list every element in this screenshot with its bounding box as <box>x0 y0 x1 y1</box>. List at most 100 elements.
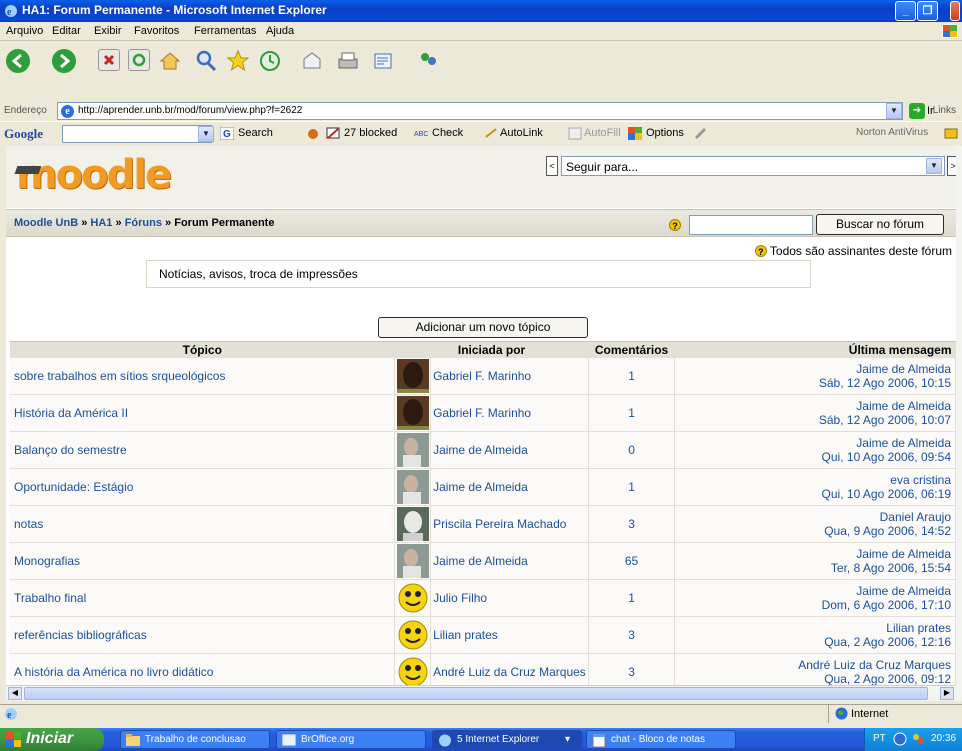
horizontal-scrollbar[interactable]: ◀ ▶ <box>6 685 956 701</box>
history-icon[interactable] <box>258 49 280 71</box>
favorites-icon[interactable] <box>226 49 250 72</box>
topic-link[interactable]: Oportunidade: Estágio <box>14 480 133 494</box>
links-label[interactable]: Links <box>933 105 956 116</box>
menu-editar[interactable]: Editar <box>52 25 81 37</box>
last-post-date[interactable]: Sáb, 12 Ago 2006, 10:15 <box>675 376 951 390</box>
topic-link[interactable]: Balanço do semestre <box>14 443 127 457</box>
language-indicator[interactable]: PT <box>873 733 886 744</box>
clock[interactable]: 20:36 <box>931 733 956 744</box>
google-logo[interactable]: Google <box>4 126 43 142</box>
stop-icon[interactable] <box>98 49 120 71</box>
comment-count[interactable]: 1 <box>588 579 676 617</box>
comment-count-value[interactable]: 3 <box>628 628 635 642</box>
address-dropdown-icon[interactable]: ▼ <box>886 103 902 119</box>
author-link[interactable]: Julio Filho <box>433 591 487 605</box>
forward-icon[interactable] <box>52 49 76 73</box>
topic-link[interactable]: notas <box>14 517 43 531</box>
scroll-left-icon[interactable]: ◀ <box>8 687 22 700</box>
topic-link[interactable]: A história da América no livro didático <box>14 665 213 679</box>
comment-count-value[interactable]: 65 <box>625 554 638 568</box>
go-arrow-icon[interactable]: ➔ <box>909 103 925 119</box>
breadcrumb-ha1[interactable]: HA1 <box>90 217 112 229</box>
author-link[interactable]: Jaime de Almeida <box>433 480 528 494</box>
comment-count-value[interactable]: 1 <box>628 406 635 420</box>
last-post-date[interactable]: Qui, 10 Ago 2006, 09:54 <box>675 450 951 464</box>
task-notepad[interactable]: chat - Bloco de notas <box>586 730 736 749</box>
avatar[interactable] <box>394 616 432 654</box>
avatar[interactable] <box>394 579 432 617</box>
blocked-count[interactable]: 27 blocked <box>344 127 397 139</box>
next-activity-icon[interactable]: > <box>947 156 956 176</box>
avatar[interactable] <box>394 431 432 469</box>
comment-count-value[interactable]: 1 <box>628 480 635 494</box>
add-topic-button[interactable]: Adicionar um novo tópico <box>378 317 588 338</box>
topic-link[interactable]: Monografias <box>14 554 80 568</box>
help-icon[interactable]: ? <box>754 245 767 257</box>
scroll-right-icon[interactable]: ▶ <box>940 687 954 700</box>
previous-activity-icon[interactable]: < <box>546 156 558 176</box>
comment-count[interactable]: 3 <box>588 505 676 543</box>
last-post-date[interactable]: Qua, 2 Ago 2006, 09:12 <box>675 672 951 686</box>
task-broffice[interactable]: BrOffice.org <box>276 730 426 749</box>
comment-count[interactable]: 65 <box>588 542 676 580</box>
author-link[interactable]: Gabriel F. Marinho <box>433 406 531 420</box>
author-link[interactable]: Gabriel F. Marinho <box>433 369 531 383</box>
address-url[interactable]: http://aprender.unb.br/mod/forum/view.ph… <box>78 105 302 116</box>
minimize-icon[interactable]: _ <box>895 1 916 21</box>
messenger-icon[interactable] <box>416 49 438 71</box>
comment-count[interactable]: 0 <box>588 431 676 469</box>
topic-link[interactable]: História da América II <box>14 406 128 420</box>
autofill-button[interactable]: AutoFill <box>584 127 621 139</box>
refresh-icon[interactable] <box>128 49 150 71</box>
comment-count-value[interactable]: 1 <box>628 369 635 383</box>
author-link[interactable]: André Luiz da Cruz Marques <box>433 665 586 679</box>
start-button[interactable]: Iniciar <box>0 728 104 751</box>
moodle-logo[interactable]: moodle <box>16 152 172 198</box>
col-comments[interactable]: Comentários <box>588 341 675 358</box>
avatar[interactable] <box>394 394 432 432</box>
author-link[interactable]: Lilian prates <box>433 628 498 642</box>
last-post-author[interactable]: Jaime de Almeida <box>675 399 951 413</box>
norton-label[interactable]: Norton AntiVirus <box>856 127 928 138</box>
forum-search-input[interactable] <box>689 215 813 235</box>
comment-count[interactable]: 3 <box>588 653 676 685</box>
search-icon[interactable] <box>194 49 217 72</box>
comment-count-value[interactable]: 3 <box>628 665 635 679</box>
check-button[interactable]: Check <box>432 127 463 139</box>
avatar[interactable] <box>394 505 432 543</box>
last-post-date[interactable]: Sáb, 12 Ago 2006, 10:07 <box>675 413 951 427</box>
pencil-icon[interactable] <box>694 127 708 140</box>
comment-count-value[interactable]: 0 <box>628 443 635 457</box>
author-link[interactable]: Jaime de Almeida <box>433 554 528 568</box>
maximize-icon[interactable]: ❐ <box>917 1 938 21</box>
author-link[interactable]: Priscila Pereira Machado <box>433 517 566 531</box>
last-post-author[interactable]: André Luiz da Cruz Marques <box>675 658 951 672</box>
back-icon[interactable] <box>6 49 30 73</box>
comment-count-value[interactable]: 3 <box>628 517 635 531</box>
comment-count-value[interactable]: 1 <box>628 591 635 605</box>
close-icon[interactable] <box>950 1 960 21</box>
network-icon[interactable] <box>893 732 907 749</box>
author-link[interactable]: Jaime de Almeida <box>433 443 528 457</box>
vertical-scrollbar[interactable] <box>956 146 962 701</box>
menu-ferramentas[interactable]: Ferramentas <box>194 25 256 37</box>
google-dropdown-icon[interactable]: ▼ <box>198 126 214 142</box>
comment-count[interactable]: 1 <box>588 394 676 432</box>
menu-ajuda[interactable]: Ajuda <box>266 25 294 37</box>
last-post-date[interactable]: Ter, 8 Ago 2006, 15:54 <box>675 561 951 575</box>
mail-icon[interactable] <box>300 49 322 71</box>
last-post-author[interactable]: Daniel Araujo <box>675 510 951 524</box>
last-post-date[interactable]: Qua, 9 Ago 2006, 14:52 <box>675 524 951 538</box>
last-post-date[interactable]: Dom, 6 Ago 2006, 17:10 <box>675 598 951 612</box>
last-post-author[interactable]: Jaime de Almeida <box>675 436 951 450</box>
col-last-post[interactable]: Última mensagem <box>674 341 956 358</box>
breadcrumb-foruns[interactable]: Fóruns <box>125 217 162 229</box>
edit-icon[interactable] <box>372 49 394 71</box>
breadcrumb-moodle-unb[interactable]: Moodle UnB <box>14 217 78 229</box>
home-icon[interactable] <box>158 49 181 71</box>
task-trabalho[interactable]: Trabalho de conclusao <box>120 730 270 749</box>
jump-to-select[interactable]: Seguir para... ▼ <box>561 156 945 176</box>
avatar[interactable] <box>394 653 432 685</box>
topic-link[interactable]: Trabalho final <box>14 591 86 605</box>
google-g-icon[interactable]: G <box>219 126 235 141</box>
